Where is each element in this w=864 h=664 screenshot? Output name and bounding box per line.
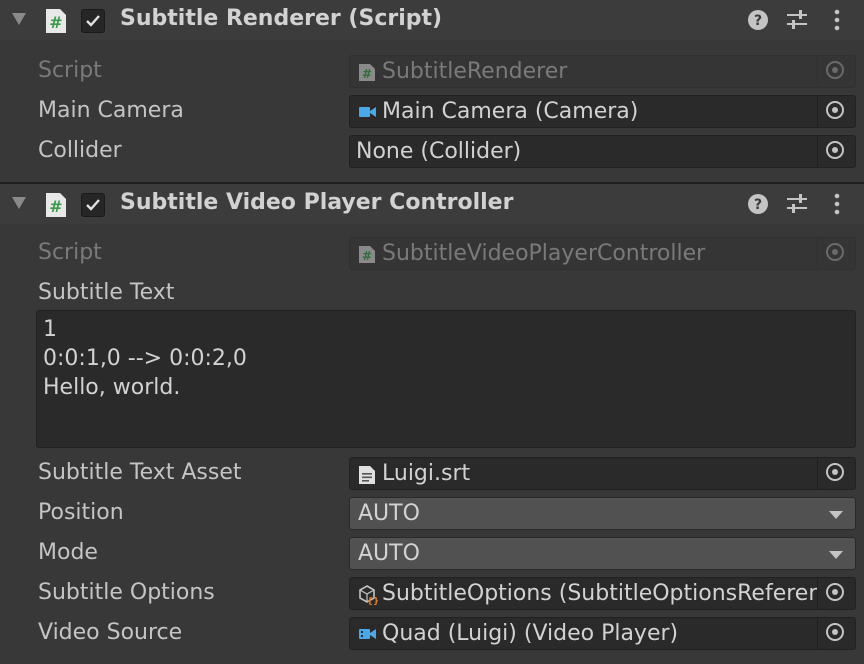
script-icon: #: [44, 8, 68, 34]
checkbox-check-icon: [86, 15, 100, 27]
field-value: Quad (Luigi) (Video Player): [382, 621, 679, 646]
field-value: Luigi.srt: [382, 461, 471, 486]
field-label: Mode: [38, 540, 98, 565]
help-icon[interactable]: ?: [747, 193, 769, 219]
chevron-down-icon: [829, 511, 843, 519]
text-line: Hello, world.: [43, 375, 181, 400]
object-picker-icon: [826, 243, 844, 261]
text-line: 0:0:1,0 --> 0:0:2,0: [43, 346, 247, 371]
script-icon: #: [358, 245, 376, 268]
collider-field[interactable]: None (Collider): [349, 135, 856, 168]
field-value: Main Camera (Camera): [382, 99, 639, 124]
field-row-main-camera: Main Camera Main Camera (Camera): [0, 91, 864, 131]
field-row-position: Position AUTO: [0, 493, 864, 533]
field-row-subtitle-text-asset: Subtitle Text Asset Luigi.srt: [0, 453, 864, 493]
field-label: Script: [38, 58, 102, 83]
field-label: Position: [38, 500, 124, 525]
script-icon: #: [44, 192, 68, 218]
foldout-arrow-icon[interactable]: [12, 13, 26, 25]
object-picker-icon: [826, 583, 844, 601]
mode-dropdown[interactable]: AUTO: [349, 537, 856, 570]
subtitle-text-asset-field[interactable]: Luigi.srt: [349, 457, 856, 490]
field-label: Main Camera: [38, 98, 184, 123]
object-picker-icon: [826, 141, 844, 159]
component-enabled-checkbox[interactable]: [81, 193, 105, 217]
text-asset-icon: [358, 465, 376, 489]
subtitle-options-field[interactable]: {} SubtitleOptions (SubtitleOptionsRefer…: [349, 577, 856, 610]
more-options-icon[interactable]: [832, 193, 842, 219]
chevron-down-icon: [829, 551, 843, 559]
position-dropdown[interactable]: AUTO: [349, 497, 856, 530]
help-icon[interactable]: ?: [747, 9, 769, 35]
foldout-arrow-icon[interactable]: [12, 197, 26, 209]
script-field: # SubtitleRenderer: [349, 55, 856, 88]
field-value: SubtitleOptions (SubtitleOptionsReferer: [382, 581, 818, 606]
field-row-video-source: Video Source Quad (Luigi) (Video Player): [0, 613, 864, 653]
object-picker-button[interactable]: [817, 618, 855, 649]
field-value: None (Collider): [356, 139, 522, 164]
field-value: SubtitleRenderer: [382, 59, 568, 84]
presets-icon[interactable]: [786, 9, 808, 35]
field-row-subtitle-text-label: Subtitle Text: [0, 273, 864, 313]
field-label: Subtitle Text Asset: [38, 460, 242, 485]
dropdown-value: AUTO: [358, 541, 420, 566]
camera-icon: [358, 103, 378, 125]
field-row-collider: Collider None (Collider): [0, 131, 864, 171]
script-field: # SubtitleVideoPlayerController: [349, 237, 856, 270]
field-row-script: Script # SubtitleVideoPlayerController: [0, 233, 864, 273]
object-picker-button: [817, 56, 855, 87]
svg-text:{}: {}: [367, 597, 378, 605]
svg-text:?: ?: [754, 197, 762, 213]
object-picker-button[interactable]: [817, 458, 855, 489]
field-label: Video Source: [38, 620, 183, 645]
svg-text:?: ?: [754, 13, 762, 29]
component-enabled-checkbox[interactable]: [81, 9, 105, 33]
subtitle-text-area[interactable]: 1 0:0:1,0 --> 0:0:2,0 Hello, world.: [36, 310, 856, 448]
field-value: SubtitleVideoPlayerController: [382, 241, 706, 266]
component-header[interactable]: # Subtitle Video Player Controller ?: [0, 184, 864, 224]
object-picker-button[interactable]: [817, 96, 855, 127]
field-row-mode: Mode AUTO: [0, 533, 864, 573]
more-options-icon[interactable]: [832, 9, 842, 35]
component-subtitle-renderer: # Subtitle Renderer (Script) ? Script # …: [0, 0, 864, 180]
field-label: Subtitle Text: [38, 280, 175, 305]
field-row-script: Script # SubtitleRenderer: [0, 51, 864, 91]
object-picker-icon: [826, 623, 844, 641]
object-picker-icon: [826, 61, 844, 79]
video-source-field[interactable]: Quad (Luigi) (Video Player): [349, 617, 856, 650]
object-picker-icon: [826, 101, 844, 119]
object-picker-icon: [826, 463, 844, 481]
presets-icon[interactable]: [786, 193, 808, 219]
field-row-subtitle-options: Subtitle Options {} SubtitleOptions (Sub…: [0, 573, 864, 613]
component-header[interactable]: # Subtitle Renderer (Script) ?: [0, 0, 864, 40]
text-line: 1: [43, 317, 57, 342]
main-camera-field[interactable]: Main Camera (Camera): [349, 95, 856, 128]
svg-text:#: #: [49, 197, 62, 216]
checkbox-check-icon: [86, 199, 100, 211]
field-label: Script: [38, 240, 102, 265]
component-title: Subtitle Renderer (Script): [120, 6, 443, 31]
svg-text:#: #: [49, 13, 62, 32]
object-picker-button[interactable]: [817, 136, 855, 167]
object-picker-button[interactable]: [817, 578, 855, 609]
video-player-icon: [358, 625, 378, 647]
field-label: Collider: [38, 138, 122, 163]
dropdown-value: AUTO: [358, 501, 420, 526]
svg-text:#: #: [362, 249, 372, 263]
component-title: Subtitle Video Player Controller: [120, 190, 514, 215]
object-picker-button: [817, 238, 855, 269]
field-label: Subtitle Options: [38, 580, 215, 605]
svg-text:#: #: [362, 67, 372, 81]
scriptable-object-icon: {}: [358, 585, 379, 609]
script-icon: #: [358, 63, 376, 86]
